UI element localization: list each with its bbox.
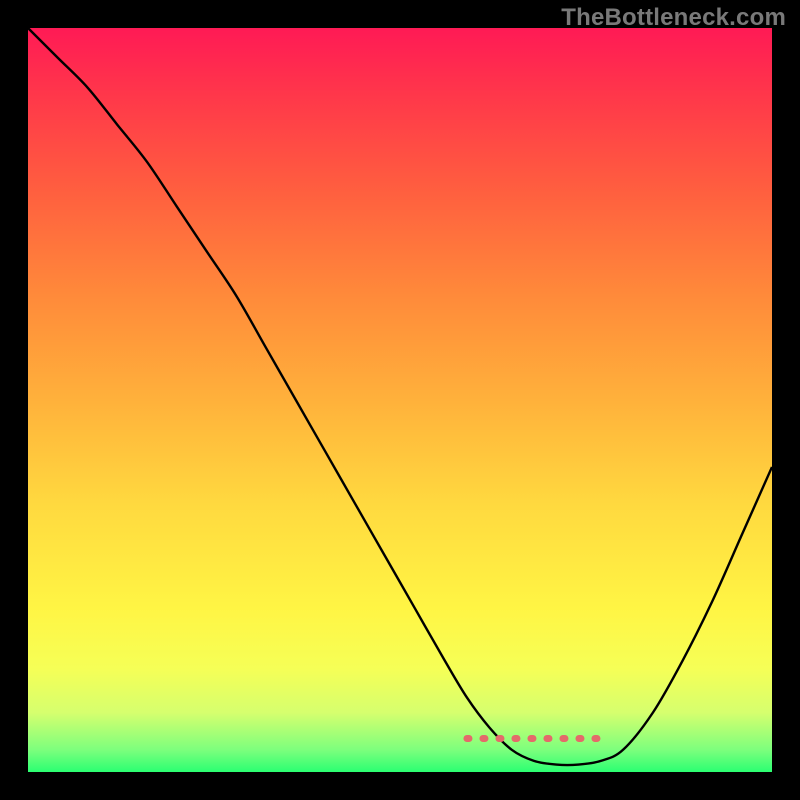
plot-area <box>28 28 772 772</box>
chart-frame: TheBottleneck.com <box>0 0 800 800</box>
curve-layer <box>28 28 772 772</box>
bottleneck-curve <box>28 28 772 765</box>
watermark-text: TheBottleneck.com <box>561 4 786 32</box>
